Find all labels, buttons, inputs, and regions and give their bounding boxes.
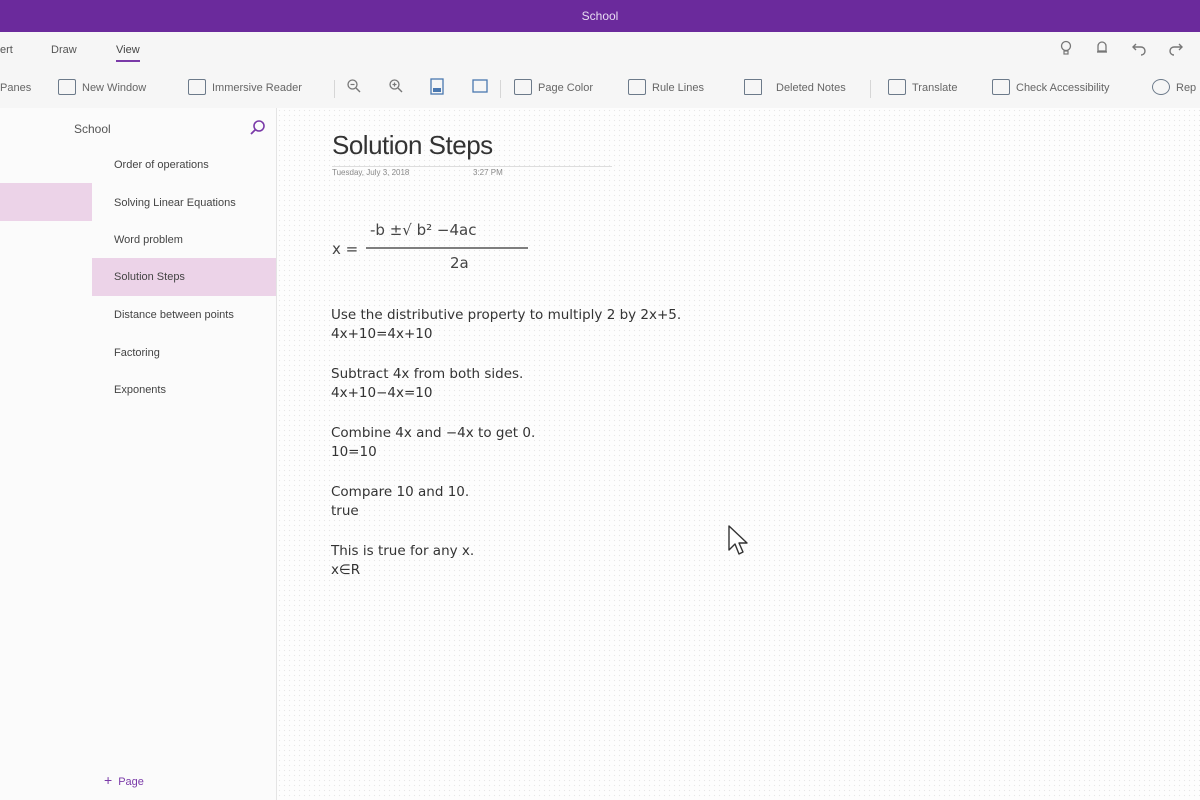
separator: [870, 80, 871, 98]
page-item[interactable]: Factoring: [92, 334, 276, 372]
step-result[interactable]: 4x+10=4x+10: [331, 325, 432, 344]
tab-insert[interactable]: ert: [0, 44, 13, 56]
ribbon-tabs: ert Draw View: [0, 32, 1200, 68]
ribbon-toolbar: Panes New Window Immersive Reader Page C…: [0, 68, 1200, 109]
separator: [334, 80, 335, 98]
page-title[interactable]: Solution Steps: [332, 130, 493, 161]
tab-view[interactable]: View: [116, 44, 140, 62]
step-result[interactable]: 10=10: [331, 443, 377, 462]
title-bar: School: [0, 0, 1200, 32]
step-text[interactable]: Compare 10 and 10.: [331, 483, 469, 502]
note-canvas[interactable]: Solution Steps Tuesday, July 3, 2018 3:2…: [277, 108, 1200, 800]
translate-label: Translate: [912, 82, 958, 94]
page-item[interactable]: Distance between points: [92, 296, 276, 334]
deleted-notes-button[interactable]: Deleted Notes: [744, 78, 846, 98]
fit-page-icon[interactable]: [470, 78, 490, 98]
step-text[interactable]: Use the distributive property to multipl…: [331, 306, 681, 325]
pages-pane: School Order of operations Solving Linea…: [74, 108, 277, 800]
deleted-notes-label: Deleted Notes: [776, 82, 846, 94]
rule-lines-icon: [628, 79, 646, 96]
step-result[interactable]: 4x+10−4x=10: [331, 384, 432, 403]
immersive-reader-icon: [188, 79, 206, 96]
panes-label: Panes: [0, 82, 32, 94]
replay-label: Rep: [1176, 82, 1197, 94]
formula-lhs: x =: [332, 240, 358, 258]
add-page-button[interactable]: + Page: [104, 772, 144, 788]
add-page-label: Page: [118, 776, 144, 788]
check-accessibility-label: Check Accessibility: [1016, 82, 1110, 94]
step-text[interactable]: This is true for any x.: [331, 542, 474, 561]
zoom-out-icon[interactable]: [344, 78, 364, 98]
notebook-name[interactable]: School: [74, 122, 111, 136]
page-item[interactable]: Word problem: [92, 221, 276, 259]
ink-formula[interactable]: x = -b ±√ b² −4ac 2a: [332, 208, 592, 278]
check-accessibility-button[interactable]: Check Accessibility: [992, 78, 1110, 98]
section-tab-selected[interactable]: [0, 183, 92, 221]
translate-icon: [888, 79, 906, 96]
rule-lines-label: Rule Lines: [652, 82, 704, 94]
lightbulb-icon[interactable]: [1056, 40, 1076, 60]
panes-button[interactable]: Panes: [0, 78, 31, 98]
replay-button[interactable]: Rep: [1152, 78, 1196, 98]
zoom-in-icon[interactable]: [386, 78, 406, 98]
step-text[interactable]: Subtract 4x from both sides.: [331, 365, 523, 384]
accessibility-icon: [992, 79, 1010, 96]
formula-denominator: 2a: [450, 254, 469, 272]
bell-icon[interactable]: [1092, 40, 1112, 60]
new-window-button[interactable]: New Window: [58, 78, 146, 98]
page-item[interactable]: Solving Linear Equations: [92, 184, 276, 222]
sections-pane: [0, 108, 92, 800]
trash-icon: [744, 79, 762, 96]
new-window-label: New Window: [82, 82, 147, 94]
plus-icon: +: [104, 772, 113, 788]
step-result[interactable]: x∈R: [331, 561, 360, 580]
step-result[interactable]: true: [331, 502, 359, 521]
page-item[interactable]: Order of operations: [92, 146, 276, 184]
page-item[interactable]: Exponents: [92, 371, 276, 409]
rule-lines-button[interactable]: Rule Lines: [628, 78, 704, 98]
undo-icon[interactable]: [1129, 40, 1149, 60]
translate-button[interactable]: Translate: [888, 78, 957, 98]
page-color-icon: [514, 79, 532, 96]
window-title: School: [581, 9, 619, 23]
separator: [500, 80, 501, 98]
replay-icon: [1152, 79, 1170, 96]
redo-icon[interactable]: [1166, 40, 1186, 60]
page-time: 3:27 PM: [473, 168, 503, 177]
search-icon[interactable]: [248, 118, 268, 138]
mouse-pointer-icon: [728, 525, 748, 555]
immersive-reader-label: Immersive Reader: [212, 82, 302, 94]
window-icon: [58, 79, 76, 96]
page-date: Tuesday, July 3, 2018: [332, 168, 410, 177]
formula-numerator: -b ±√ b² −4ac: [370, 221, 476, 239]
step-text[interactable]: Combine 4x and −4x to get 0.: [331, 424, 535, 443]
page-item-selected[interactable]: Solution Steps: [92, 258, 276, 296]
page-color-button[interactable]: Page Color: [514, 78, 593, 98]
tab-draw[interactable]: Draw: [51, 44, 77, 56]
immersive-reader-button[interactable]: Immersive Reader: [188, 78, 302, 98]
page-color-label: Page Color: [538, 82, 594, 94]
title-underline: [332, 166, 612, 167]
page-width-icon[interactable]: [427, 78, 447, 98]
